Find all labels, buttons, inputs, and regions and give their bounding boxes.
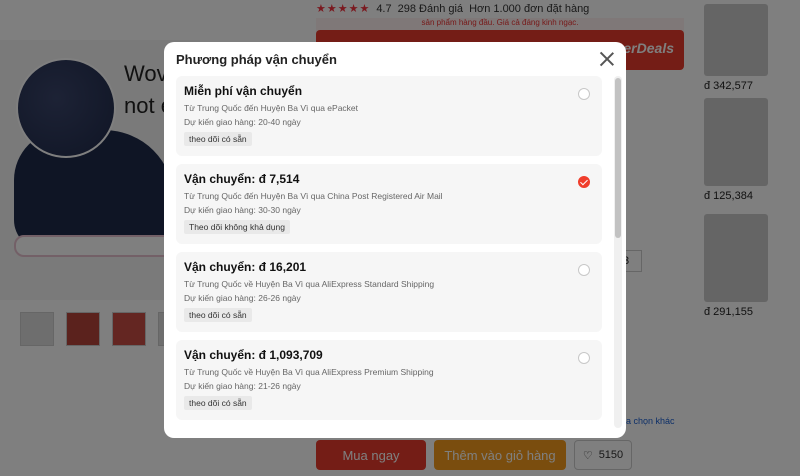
shipping-options-list: Miễn phí vận chuyển Từ Trung Quốc đến Hu… (176, 76, 604, 428)
origin: Trung Quốc (197, 103, 242, 113)
shipping-option[interactable]: Vận chuyển: đ 7,514 Từ Trung Quốc đến Hu… (176, 164, 602, 244)
delivery-estimate: Dự kiến giao hàng: 21-26 ngày (184, 381, 594, 391)
modal-title: Phương pháp vận chuyển (176, 52, 337, 67)
shipping-option-title: Vận chuyển: đ 7,514 (184, 172, 300, 186)
carrier: ePacket (327, 103, 359, 113)
eta-value: 20-40 ngày (258, 117, 301, 127)
route-prefix: Từ (184, 191, 195, 201)
destination: Huyện Ba Vì (260, 103, 309, 113)
route-prefix: Từ (184, 279, 195, 289)
carrier-prefix: qua (305, 367, 320, 377)
origin: Trung Quốc (197, 367, 242, 377)
shipping-option[interactable]: Vận chuyển: đ 16,201 Từ Trung Quốc về Hu… (176, 252, 602, 332)
route-mid: về (244, 367, 254, 377)
shipping-route: Từ Trung Quốc về Huyện Ba Vì qua AliExpr… (184, 367, 594, 377)
shipping-route: Từ Trung Quốc đến Huyện Ba Vì qua China … (184, 191, 594, 201)
route-mid: về (244, 279, 254, 289)
tracking-badge: theo dõi có sẵn (184, 132, 252, 146)
destination: Huyện Ba Vì (255, 367, 304, 377)
delivery-estimate: Dự kiến giao hàng: 30-30 ngày (184, 205, 594, 215)
close-icon[interactable] (598, 50, 616, 68)
eta-value: 21-26 ngày (258, 381, 301, 391)
scrollbar[interactable] (614, 76, 622, 428)
shipping-option-title: Vận chuyển: đ 16,201 (184, 260, 307, 274)
eta-label: Dự kiến giao hàng: (184, 205, 256, 215)
radio-button[interactable] (578, 88, 590, 100)
shipping-route: Từ Trung Quốc đến Huyện Ba Vì qua ePacke… (184, 103, 594, 113)
route-mid: đến (244, 191, 259, 201)
radio-button-checked[interactable] (578, 176, 590, 188)
shipping-option[interactable]: Miễn phí vận chuyển Từ Trung Quốc đến Hu… (176, 76, 602, 156)
delivery-estimate: Dự kiến giao hàng: 26-26 ngày (184, 293, 594, 303)
carrier: AliExpress Premium Shipping (321, 367, 434, 377)
eta-value: 26-26 ngày (258, 293, 301, 303)
carrier-prefix: qua (310, 103, 325, 113)
scrollbar-thumb[interactable] (615, 78, 621, 238)
tracking-badge: theo dõi có sẵn (184, 308, 252, 322)
shipping-option-title: Miễn phí vận chuyển (184, 84, 303, 98)
carrier-prefix: qua (305, 279, 320, 289)
origin: Trung Quốc (197, 191, 242, 201)
shipping-route: Từ Trung Quốc về Huyện Ba Vì qua AliExpr… (184, 279, 594, 289)
route-prefix: Từ (184, 103, 195, 113)
tracking-badge: theo dõi có sẵn (184, 396, 252, 410)
destination: Huyện Ba Vì (255, 279, 304, 289)
eta-value: 30-30 ngày (258, 205, 301, 215)
radio-button[interactable] (578, 352, 590, 364)
radio-button[interactable] (578, 264, 590, 276)
shipping-option[interactable]: Vận chuyển: đ 1,093,709 Từ Trung Quốc về… (176, 340, 602, 420)
eta-label: Dự kiến giao hàng: (184, 117, 256, 127)
delivery-estimate: Dự kiến giao hàng: 20-40 ngày (184, 117, 594, 127)
tracking-badge: Theo dõi không khả dụng (184, 220, 290, 234)
route-mid: đến (244, 103, 259, 113)
route-prefix: Từ (184, 367, 195, 377)
eta-label: Dự kiến giao hàng: (184, 293, 256, 303)
carrier: AliExpress Standard Shipping (321, 279, 435, 289)
origin: Trung Quốc (197, 279, 242, 289)
eta-label: Dự kiến giao hàng: (184, 381, 256, 391)
shipping-option-title: Vận chuyển: đ 1,093,709 (184, 348, 323, 362)
destination: Huyện Ba Vì (260, 191, 309, 201)
shipping-method-modal: Phương pháp vận chuyển Miễn phí vận chuy… (164, 42, 626, 438)
carrier: China Post Registered Air Mail (327, 191, 443, 201)
carrier-prefix: qua (310, 191, 325, 201)
